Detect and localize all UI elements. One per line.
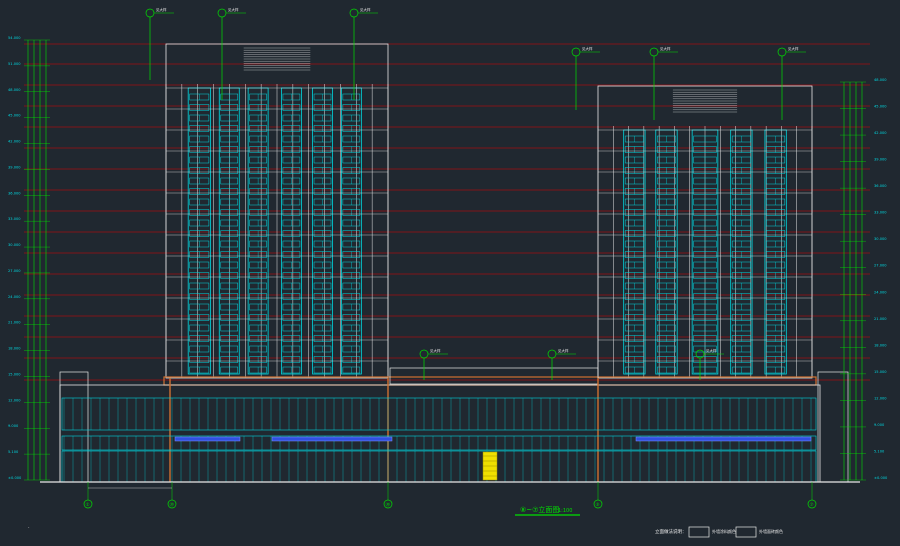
elevation-label: 15.000 xyxy=(874,370,887,374)
podium-sign-strip xyxy=(271,436,393,442)
elevation-label: 18.000 xyxy=(874,343,887,347)
legend-note-tile: 外墙面砖颜色 xyxy=(759,528,783,534)
elevation-label: 42.000 xyxy=(8,140,21,144)
callout-label: 见大样 xyxy=(582,46,593,51)
callout-label: 见大样 xyxy=(660,46,671,51)
drawing-scale: 1:100 xyxy=(558,508,572,514)
elevation-label: 18.000 xyxy=(8,347,21,351)
elevation-label: 39.000 xyxy=(874,158,887,162)
elevation-label: 21.000 xyxy=(8,321,21,325)
podium-sign-strip xyxy=(174,436,241,442)
elevation-label: 36.000 xyxy=(8,191,21,195)
legend-note-paint: 外墙涂料颜色 xyxy=(712,528,736,534)
elevation-drawing: 54.000 51.000 48.000 45.000 42.000 39.000 36.0… xyxy=(0,0,900,546)
elevation-label: ±0.000 xyxy=(8,476,22,480)
elevation-label: 27.000 xyxy=(874,264,887,268)
elevation-label: 5.100 xyxy=(8,450,19,454)
axis-label: ㉚ xyxy=(386,501,391,508)
elevation-label: 45.000 xyxy=(874,105,887,109)
elevation-label: 36.000 xyxy=(874,184,887,188)
elevation-label: 21.000 xyxy=(874,317,887,321)
elevation-label: 15.000 xyxy=(8,372,21,376)
callout-label: 见大样 xyxy=(156,7,167,12)
callout-label: 见大样 xyxy=(430,348,441,353)
callout-label: 见大样 xyxy=(228,7,239,12)
axis-label: ⑳ xyxy=(170,501,175,508)
podium-sign-strip xyxy=(635,436,812,442)
callout-label: 见大样 xyxy=(706,348,717,353)
elevation-label: 42.000 xyxy=(874,131,887,135)
drawing-title: ⑧~⑦立面图 xyxy=(520,505,559,514)
elevation-label: 33.000 xyxy=(8,217,21,221)
elevation-label: 5.100 xyxy=(874,449,885,453)
legend-note-heading: 立面做法说明： xyxy=(655,528,687,535)
elevation-label: 12.000 xyxy=(874,396,887,400)
elevation-label: 9.000 xyxy=(8,424,19,428)
axis-label: ⑤ xyxy=(596,502,600,508)
elevation-label: 45.000 xyxy=(8,114,21,118)
elevation-label: 30.000 xyxy=(8,243,21,247)
elevation-label: 33.000 xyxy=(874,211,887,215)
callout-label: 见大样 xyxy=(558,348,569,353)
elevation-label: ±0.000 xyxy=(874,476,888,480)
elevation-label: 51.000 xyxy=(8,62,21,66)
elevation-label: 54.000 xyxy=(8,36,21,40)
elevation-label: 39.000 xyxy=(8,165,21,169)
callout-label: 见大样 xyxy=(360,7,371,12)
axis-label: ⑦ xyxy=(810,502,814,508)
elevation-label: 24.000 xyxy=(8,295,21,299)
elevation-label: 48.000 xyxy=(8,88,21,92)
axis-label: ① xyxy=(86,502,90,508)
elevation-label: 12.000 xyxy=(8,398,21,402)
elevation-label: 24.000 xyxy=(874,290,887,294)
callout-label: 见大样 xyxy=(788,46,799,51)
elevation-label: 48.000 xyxy=(874,78,887,82)
elevation-label: 9.000 xyxy=(874,423,885,427)
elevation-label: 30.000 xyxy=(874,237,887,241)
elevation-label: 27.000 xyxy=(8,269,21,273)
